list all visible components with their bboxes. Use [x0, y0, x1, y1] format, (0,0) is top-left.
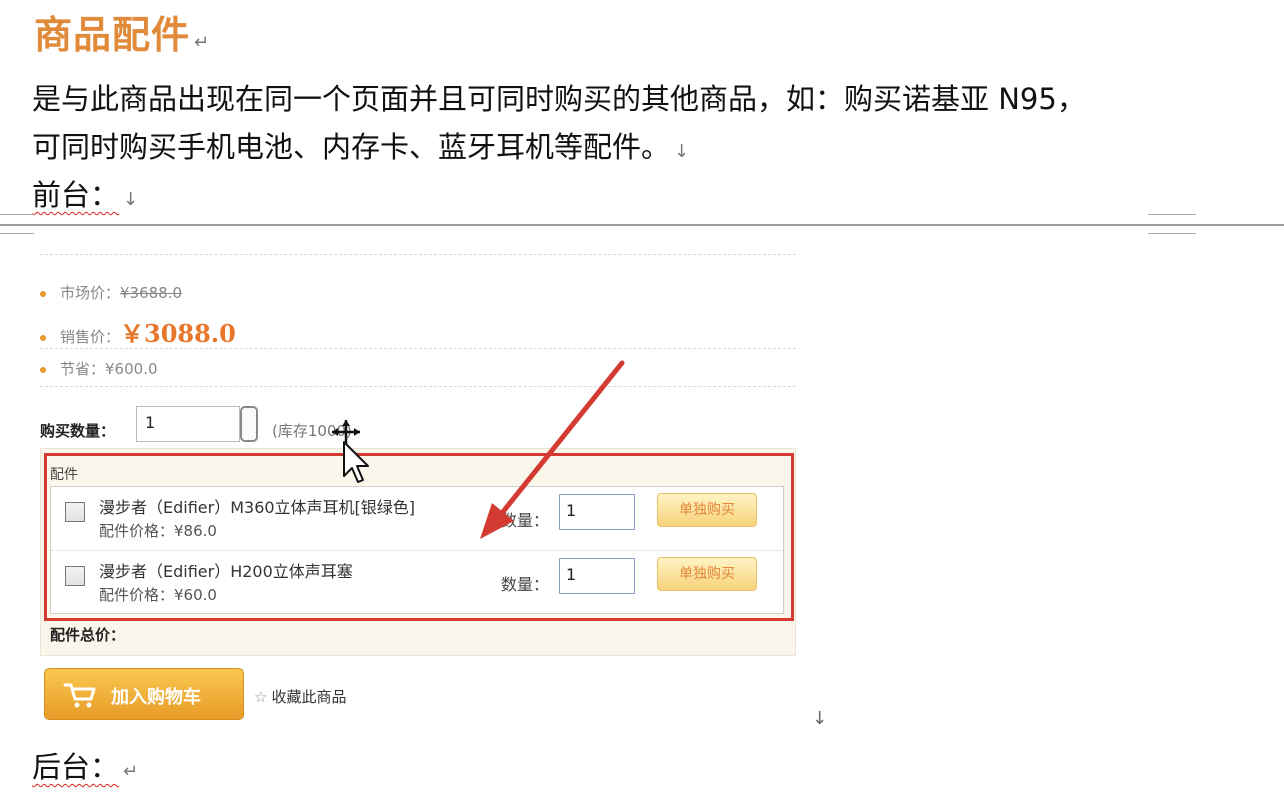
quantity-label: 购买数量：: [40, 422, 116, 440]
back-label-text: 后台：: [32, 750, 120, 784]
description-text-1: 是与此商品出现在同一个页面并且可同时购买的其他商品，如：购买诺基亚 N95，: [32, 82, 1086, 116]
return-mark-icon: ↵: [194, 32, 211, 53]
sale-price-label: 销售价：: [60, 328, 121, 346]
sale-price-row: 销售价：￥3088.0: [40, 314, 236, 349]
favorite-link[interactable]: ☆ 收藏此商品: [254, 686, 346, 707]
dotted-separator: [40, 348, 796, 349]
description-line-2: 可同时购买手机电池、内存卡、蓝牙耳机等配件。 ↓: [32, 124, 689, 166]
section-heading: 商品配件 ↵: [34, 4, 210, 59]
dotted-separator: [40, 254, 796, 255]
add-to-cart-label: 加入购物车: [111, 687, 201, 708]
bullet-icon: [40, 290, 46, 297]
divider-left-handle: [0, 214, 34, 234]
accessories-total-label: 配件总价：: [50, 626, 126, 644]
divider-right-handle: [1148, 214, 1196, 234]
sale-price-value: ￥3088.0: [120, 319, 236, 348]
star-icon: ☆: [254, 688, 268, 706]
bullet-icon: [40, 334, 46, 341]
add-to-cart-button[interactable]: 加入购物车: [44, 668, 244, 720]
back-label: 后台： ↵: [32, 744, 138, 786]
down-arrow-mark-icon: ↓: [812, 708, 828, 729]
down-arrow-mark-icon: ↓: [674, 141, 690, 162]
highlight-frame: [44, 453, 794, 621]
description-text-2: 可同时购买手机电池、内存卡、蓝牙耳机等配件。: [32, 130, 671, 164]
quantity-spinner[interactable]: [240, 406, 258, 442]
page-divider: [0, 224, 1284, 226]
dotted-separator: [40, 386, 796, 387]
save-value: ¥600.0: [105, 360, 158, 378]
cart-icon: [63, 683, 96, 708]
save-row: 节省：¥600.0: [40, 358, 158, 379]
bullet-icon: [40, 366, 46, 373]
front-label: 前台： ↓: [32, 172, 138, 214]
mouse-cursor-icon: [332, 420, 369, 483]
quantity-input[interactable]: 1: [136, 406, 240, 442]
annotation-arrow-icon: [480, 360, 625, 539]
market-price-row: 市场价：¥3688.0: [40, 282, 182, 303]
return-mark-icon: ↵: [123, 761, 139, 782]
description-line-1: 是与此商品出现在同一个页面并且可同时购买的其他商品，如：购买诺基亚 N95，: [32, 76, 1086, 118]
save-label: 节省：: [60, 360, 106, 378]
market-price-value: ¥3688.0: [120, 284, 183, 302]
product-screenshot: 市场价：¥3688.0 销售价：￥3088.0 节省：¥600.0 购买数量： …: [40, 250, 796, 720]
heading-text: 商品配件: [34, 13, 191, 57]
down-arrow-mark-icon: ↓: [123, 189, 139, 210]
front-label-text: 前台：: [32, 178, 120, 212]
favorite-label: 收藏此商品: [271, 688, 347, 706]
market-price-label: 市场价：: [60, 284, 121, 302]
